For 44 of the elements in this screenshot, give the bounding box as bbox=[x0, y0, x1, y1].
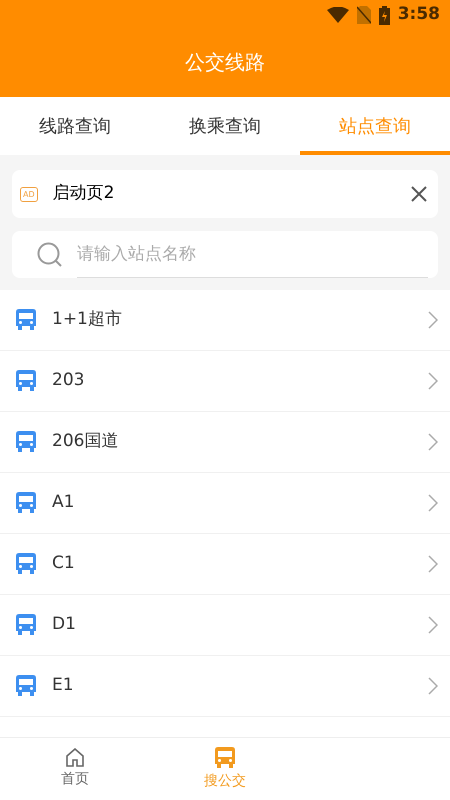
bus-icon bbox=[16, 431, 36, 453]
station-name: 206国道 bbox=[52, 430, 120, 454]
station-name: C1 bbox=[52, 552, 76, 576]
chevron-right-icon bbox=[428, 372, 438, 390]
station-row[interactable]: 1+1超市 bbox=[0, 290, 450, 351]
station-name: D1 bbox=[52, 613, 77, 636]
chevron-right-icon bbox=[428, 677, 438, 695]
ad-badge: AD bbox=[20, 186, 38, 202]
station-row[interactable]: A1 bbox=[0, 473, 450, 534]
tab[interactable]: 换乘查询 bbox=[150, 97, 300, 155]
screen-title: 公交线路 bbox=[185, 48, 265, 76]
wifi-icon bbox=[326, 7, 349, 23]
home-icon bbox=[65, 748, 85, 767]
clock-text: 3:58 bbox=[398, 3, 440, 26]
ad-banner[interactable]: AD 启动页2 bbox=[12, 170, 438, 218]
bus-icon bbox=[16, 309, 36, 331]
station-row[interactable]: C1 bbox=[0, 534, 450, 595]
station-row[interactable]: E1 bbox=[0, 656, 450, 717]
bus-icon bbox=[16, 614, 36, 636]
no-sim-icon bbox=[356, 6, 371, 24]
bus-icon bbox=[215, 746, 235, 768]
station-row[interactable]: 206国道 bbox=[0, 412, 450, 473]
bus-icon bbox=[16, 675, 36, 697]
chevron-right-icon bbox=[428, 433, 438, 451]
bus-icon bbox=[16, 553, 36, 575]
ad-text: 启动页2 bbox=[52, 182, 116, 206]
tab[interactable]: 线路查询 bbox=[0, 97, 150, 155]
search-field[interactable]: 请输入站点名称 bbox=[12, 231, 438, 278]
bus-icon bbox=[16, 492, 36, 514]
chevron-right-icon bbox=[428, 555, 438, 573]
station-name: E1 bbox=[52, 674, 75, 698]
battery-charging-icon bbox=[378, 6, 390, 24]
chevron-right-icon bbox=[428, 311, 438, 329]
station-name: 1+1超市 bbox=[52, 308, 123, 332]
close-icon[interactable] bbox=[410, 185, 428, 203]
station-name: A1 bbox=[52, 491, 76, 514]
station-row[interactable]: D1 bbox=[0, 595, 450, 656]
chevron-right-icon bbox=[428, 494, 438, 512]
station-name: 203 bbox=[52, 369, 86, 392]
station-row[interactable]: 203 bbox=[0, 351, 450, 412]
chevron-right-icon bbox=[428, 616, 438, 634]
bus-icon bbox=[16, 370, 36, 392]
search-icon bbox=[37, 242, 63, 268]
nav-tab[interactable]: 首页 bbox=[0, 738, 150, 800]
